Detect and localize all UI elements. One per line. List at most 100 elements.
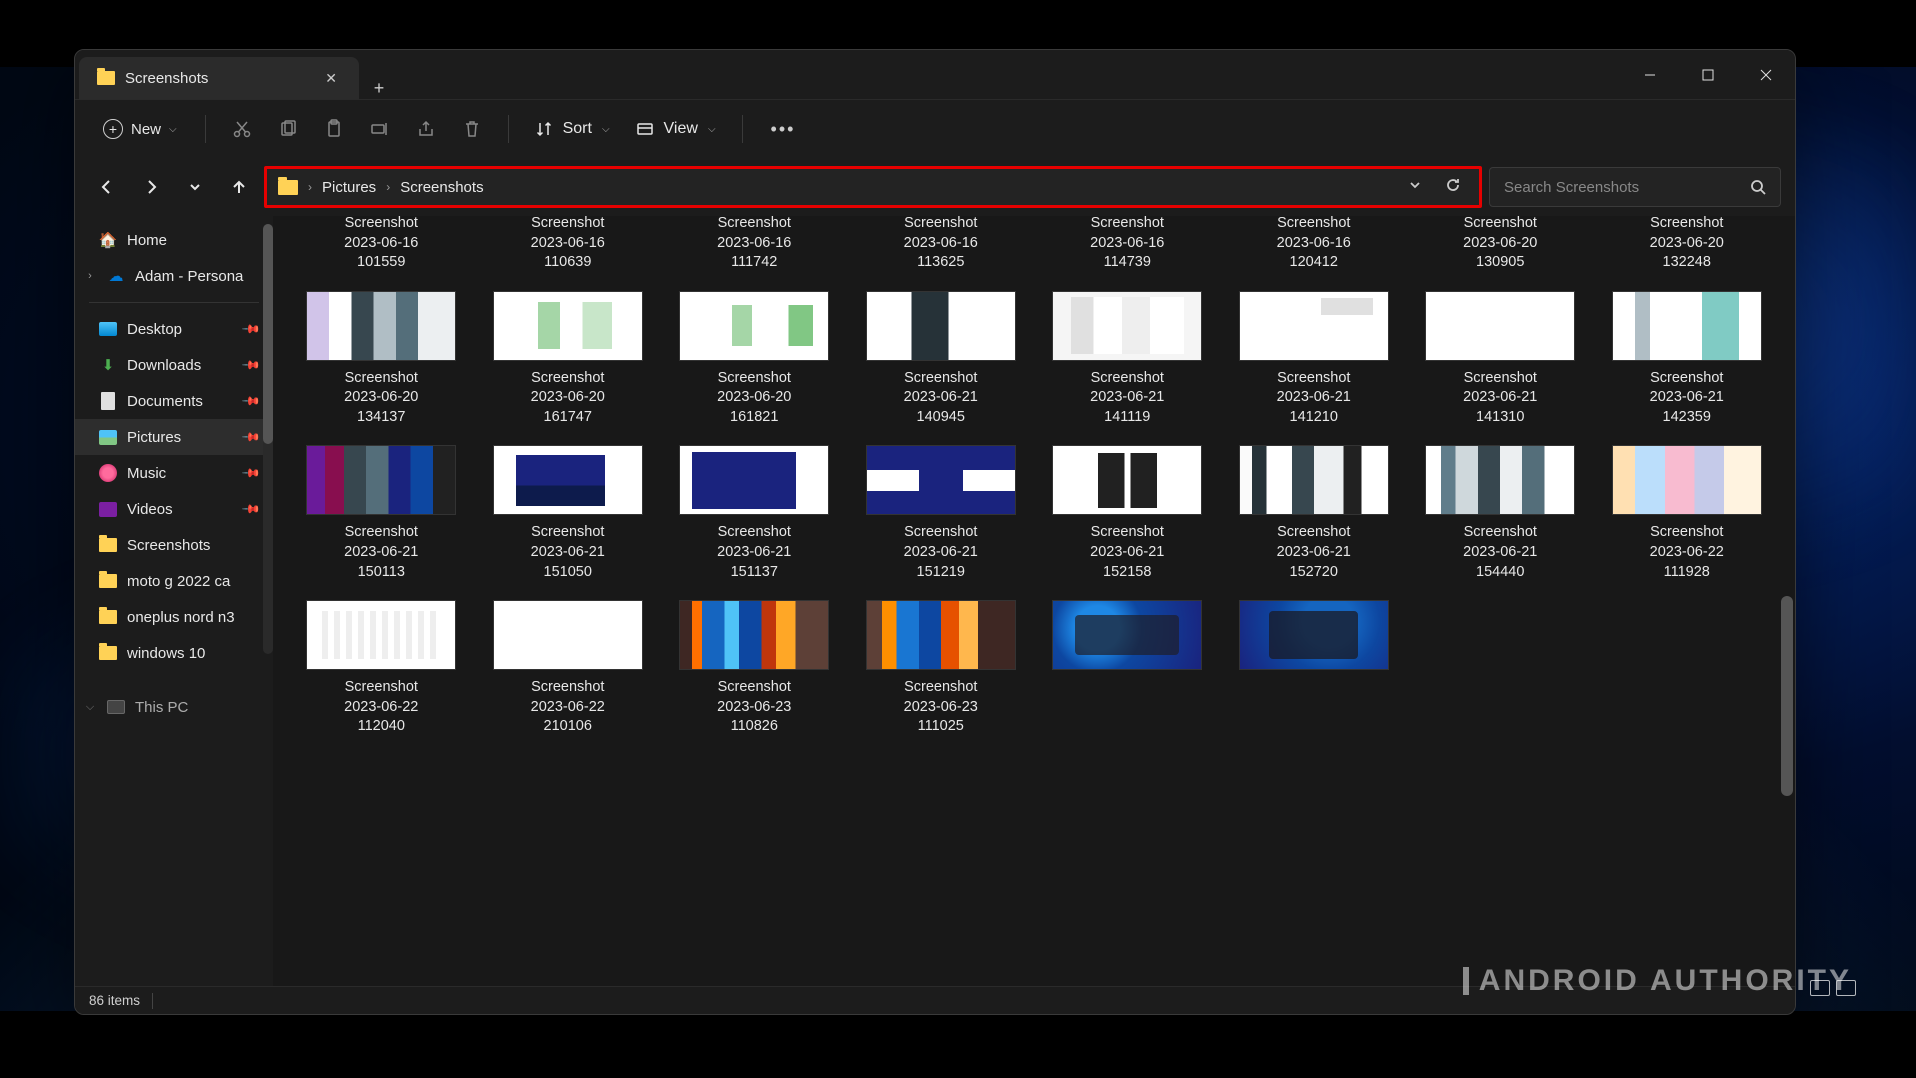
file-thumbnail [493,445,643,515]
new-button[interactable]: + New ⌵ [93,113,187,145]
close-tab-icon[interactable]: ✕ [321,66,341,91]
sidebar-item-screenshots[interactable]: Screenshots [75,527,273,563]
sort-button[interactable]: Sort ⌵ [527,114,618,144]
breadcrumb-pictures[interactable]: Pictures [322,179,376,196]
pictures-icon [99,428,117,446]
pin-icon[interactable]: 📌 [241,499,261,519]
file-name: Screenshot2023-06-21151050 [531,523,605,582]
file-item[interactable]: Screenshot2023-06-22111928 [1599,445,1776,582]
file-item[interactable]: Screenshot2023-06-20134137 [293,291,470,428]
delete-button[interactable] [454,111,490,147]
file-item[interactable]: Screenshot2023-06-20161747 [480,291,657,428]
new-tab-button[interactable]: + [359,78,399,99]
sidebar-label: Downloads [127,357,201,374]
rename-button[interactable] [362,111,398,147]
breadcrumb-separator: › [386,180,390,194]
recent-button[interactable] [177,169,213,205]
file-name: Screenshot2023-06-21140945 [904,369,978,428]
file-item[interactable]: Screenshot2023-06-21152720 [1226,445,1403,582]
file-item[interactable] [1039,600,1216,737]
sidebar-item-downloads[interactable]: ⬇Downloads📌 [75,347,273,383]
file-item[interactable]: Screenshot2023-06-20161821 [666,291,843,428]
refresh-button[interactable] [1438,176,1468,199]
file-item[interactable]: Screenshot2023-06-23110826 [666,600,843,737]
sidebar-item-motog[interactable]: moto g 2022 ca [75,563,273,599]
forward-button[interactable] [133,169,169,205]
file-item[interactable]: Screenshot2023-06-16113625 [853,216,1030,273]
file-list[interactable]: Screenshot2023-06-16101559Screenshot2023… [273,216,1795,986]
folder-icon [99,572,117,590]
sidebar-item-thispc[interactable]: ⌵This PC [75,689,273,725]
file-item[interactable]: Screenshot2023-06-16101559 [293,216,470,273]
sidebar-item-windows10[interactable]: windows 10 [75,635,273,671]
file-item[interactable]: Screenshot2023-06-21151050 [480,445,657,582]
file-item[interactable]: Screenshot2023-06-21151137 [666,445,843,582]
pin-icon[interactable]: 📌 [241,319,261,339]
file-item[interactable]: Screenshot2023-06-16110639 [480,216,657,273]
expand-icon[interactable]: ⌵ [83,701,97,714]
separator [89,302,259,303]
file-name: Screenshot2023-06-20134137 [344,369,418,428]
file-item[interactable]: Screenshot2023-06-21141310 [1412,291,1589,428]
sidebar-item-home[interactable]: 🏠Home [75,222,273,258]
search-input[interactable]: Search Screenshots [1489,167,1781,207]
pin-icon[interactable]: 📌 [241,463,261,483]
file-item[interactable]: Screenshot2023-06-21154440 [1412,445,1589,582]
scrollbar-thumb[interactable] [263,224,273,444]
address-dropdown[interactable] [1402,178,1428,197]
cut-button[interactable] [224,111,260,147]
sidebar-item-desktop[interactable]: Desktop📌 [75,311,273,347]
sidebar-item-videos[interactable]: Videos📌 [75,491,273,527]
file-item[interactable]: Screenshot2023-06-21151219 [853,445,1030,582]
file-thumbnail [866,445,1016,515]
sidebar-item-onedrive[interactable]: ›☁Adam - Persona [75,258,273,294]
file-item[interactable]: Screenshot2023-06-21141119 [1039,291,1216,428]
copy-button[interactable] [270,111,306,147]
file-item[interactable]: Screenshot2023-06-16111742 [666,216,843,273]
content-scrollbar[interactable] [1781,216,1793,966]
sidebar-item-documents[interactable]: Documents📌 [75,383,273,419]
up-button[interactable] [221,169,257,205]
file-item[interactable]: Screenshot2023-06-21152158 [1039,445,1216,582]
file-item[interactable]: Screenshot2023-06-22112040 [293,600,470,737]
file-thumbnail [1052,600,1202,670]
file-item[interactable]: Screenshot2023-06-20130905 [1412,216,1589,273]
back-button[interactable] [89,169,125,205]
share-button[interactable] [408,111,444,147]
sidebar-item-music[interactable]: Music📌 [75,455,273,491]
titlebar[interactable]: Screenshots ✕ + [75,50,1795,100]
pin-icon[interactable]: 📌 [241,355,261,375]
sidebar-label: windows 10 [127,645,205,662]
window-controls [1621,50,1795,99]
watermark: ANDROID AUTHORITY [1463,964,1852,998]
sidebar-item-pictures[interactable]: Pictures📌 [75,419,273,455]
file-item[interactable]: Screenshot2023-06-22210106 [480,600,657,737]
close-button[interactable] [1737,50,1795,99]
breadcrumb-screenshots[interactable]: Screenshots [400,179,483,196]
expand-icon[interactable]: › [83,270,97,282]
file-item[interactable]: Screenshot2023-06-21150113 [293,445,470,582]
pin-icon[interactable]: 📌 [241,427,261,447]
address-bar[interactable]: › Pictures › Screenshots [265,167,1481,207]
sidebar-item-oneplus[interactable]: oneplus nord n3 [75,599,273,635]
scrollbar-thumb[interactable] [1781,596,1793,796]
file-item[interactable]: Screenshot2023-06-21142359 [1599,291,1776,428]
view-button[interactable]: View ⌵ [628,114,724,144]
file-thumbnail [1239,291,1389,361]
maximize-button[interactable] [1679,50,1737,99]
file-item[interactable]: Screenshot2023-06-23111025 [853,600,1030,737]
pin-icon[interactable]: 📌 [241,391,261,411]
file-item[interactable]: Screenshot2023-06-16114739 [1039,216,1216,273]
file-item[interactable]: Screenshot2023-06-20132248 [1599,216,1776,273]
paste-button[interactable] [316,111,352,147]
file-item[interactable] [1226,600,1403,737]
view-label: View [664,120,698,138]
file-item[interactable]: Screenshot2023-06-21140945 [853,291,1030,428]
sidebar-scrollbar[interactable] [263,224,273,654]
minimize-button[interactable] [1621,50,1679,99]
file-item[interactable]: Screenshot2023-06-21141210 [1226,291,1403,428]
file-item[interactable]: Screenshot2023-06-16120412 [1226,216,1403,273]
tab-screenshots[interactable]: Screenshots ✕ [79,57,359,99]
more-button[interactable]: ••• [761,119,806,140]
titlebar-drag[interactable] [399,50,1621,99]
